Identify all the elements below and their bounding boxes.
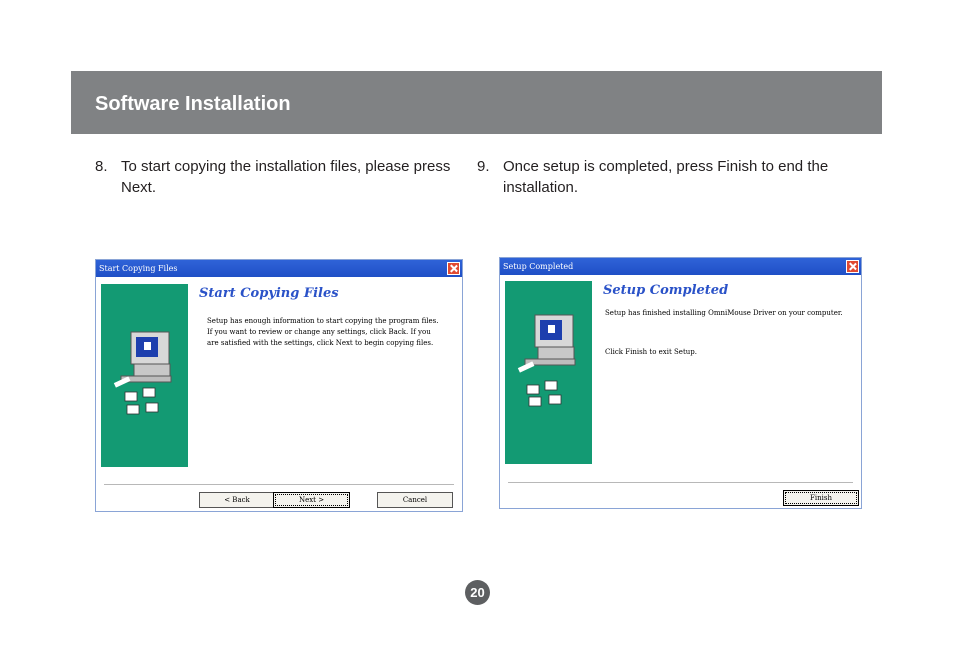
setup-graphic-panel	[101, 284, 188, 467]
back-button[interactable]: < Back	[199, 492, 275, 508]
dialog-title: Start Copying Files	[99, 264, 178, 273]
dialog-heading: Setup Completed	[603, 283, 729, 298]
start-copying-dialog: Start Copying Files Start Copying Files …	[95, 259, 463, 512]
divider	[508, 482, 853, 484]
dialog-body-line-1: Setup has finished installing OmniMouse …	[605, 309, 843, 317]
step-text: Once setup is completed, press Finish to…	[503, 158, 829, 196]
dialog-body-line-2: Click Finish to exit Setup.	[605, 348, 697, 356]
cancel-button[interactable]: Cancel	[377, 492, 453, 508]
dialog-title-bar: Setup Completed	[500, 258, 861, 275]
dialog-body-text: Setup has enough information to start co…	[207, 317, 439, 347]
section-header: Software Installation	[71, 71, 882, 134]
divider	[104, 484, 454, 486]
step-text: To start copying the installation files,…	[121, 158, 451, 196]
computer-icon	[517, 314, 576, 407]
dialog-title-bar: Start Copying Files	[96, 260, 462, 277]
step-number: 9.	[477, 158, 490, 175]
next-button[interactable]: Next >	[273, 492, 350, 508]
dialog-title: Setup Completed	[503, 262, 574, 271]
close-icon[interactable]	[447, 262, 460, 275]
dialog-heading: Start Copying Files	[199, 286, 339, 301]
setup-graphic-panel	[505, 281, 592, 464]
computer-icon	[113, 331, 172, 415]
close-icon[interactable]	[846, 260, 859, 273]
section-title: Software Installation	[95, 93, 291, 115]
step-number: 8.	[95, 158, 108, 175]
page-number: 20	[465, 580, 490, 605]
finish-button[interactable]: Finish	[783, 490, 859, 506]
setup-completed-dialog: Setup Completed Setup Completed Setup ha…	[499, 257, 862, 509]
